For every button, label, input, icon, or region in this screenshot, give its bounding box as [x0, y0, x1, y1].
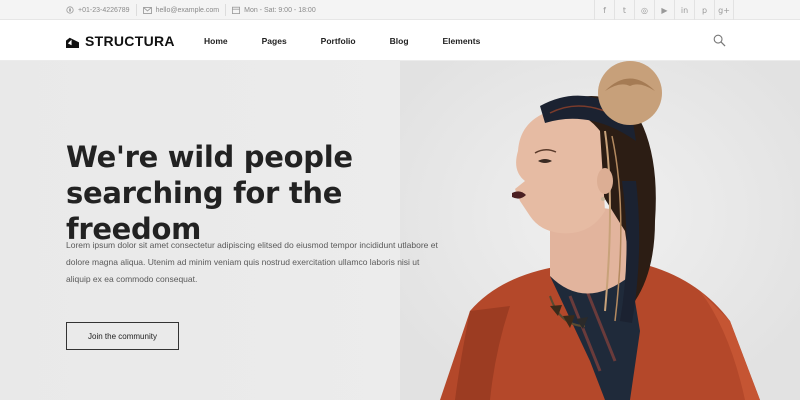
top-info-bar: +01-23-4226789 hello@example.com Mon - S… [0, 0, 800, 20]
nav-home[interactable]: Home [204, 36, 228, 46]
logo-text: STRUCTURA [85, 33, 175, 49]
divider [135, 4, 137, 16]
hero-title-line-1: We're wild people [66, 140, 353, 174]
phone-icon [66, 6, 74, 14]
phone-text: +01-23-4226789 [78, 6, 130, 14]
site-header: STRUCTURA Home Pages Portfolio Blog Elem… [0, 20, 800, 61]
logo[interactable]: STRUCTURA [66, 33, 175, 49]
hours-text: Mon - Sat: 9:00 - 18:00 [244, 6, 316, 14]
calendar-icon [232, 6, 241, 14]
phone-info: +01-23-4226789 [66, 6, 130, 14]
email-info[interactable]: hello@example.com [142, 6, 220, 14]
hero-title-line-2: searching for the freedom [66, 176, 343, 246]
nav-elements[interactable]: Elements [443, 36, 481, 46]
facebook-icon[interactable]: f [594, 0, 614, 20]
hours-info: Mon - Sat: 9:00 - 18:00 [232, 6, 316, 14]
email-text[interactable]: hello@example.com [156, 7, 220, 14]
pinterest-icon[interactable]: p [694, 0, 714, 20]
hero-section: We're wild people searching for the free… [0, 61, 800, 400]
google-plus-icon[interactable]: g+ [714, 0, 734, 20]
nav-blog[interactable]: Blog [390, 36, 409, 46]
search-icon[interactable] [713, 34, 726, 47]
join-community-button[interactable]: Join the community [66, 322, 179, 350]
hero-title: We're wild people searching for the free… [66, 139, 486, 247]
social-links: f t ◎ ▶ in p g+ [594, 0, 734, 20]
twitter-icon[interactable]: t [614, 0, 634, 20]
envelope-icon [142, 6, 152, 14]
youtube-icon[interactable]: ▶ [654, 0, 674, 20]
nav-pages[interactable]: Pages [262, 36, 287, 46]
linkedin-icon[interactable]: in [674, 0, 694, 20]
divider [225, 4, 227, 16]
hero-description: Lorem ipsum dolor sit amet consectetur a… [66, 240, 438, 284]
contact-info: +01-23-4226789 hello@example.com Mon - S… [66, 0, 316, 20]
main-nav: Home Pages Portfolio Blog Elements [204, 20, 514, 61]
logo-mark-icon [66, 37, 79, 48]
instagram-icon[interactable]: ◎ [634, 0, 654, 20]
nav-portfolio[interactable]: Portfolio [321, 36, 356, 46]
